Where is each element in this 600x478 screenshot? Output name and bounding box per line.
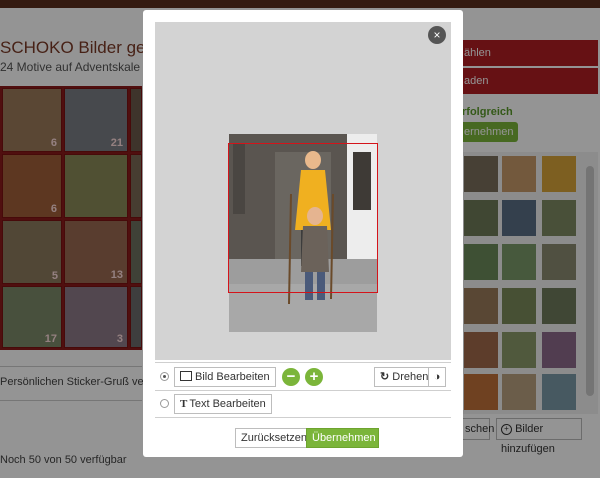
image-icon bbox=[180, 371, 192, 382]
edit-text-radio[interactable] bbox=[160, 399, 169, 408]
edit-text-label: Text Bearbeiten bbox=[189, 398, 266, 410]
edit-text-row: T Text Bearbeiten bbox=[155, 390, 451, 418]
edit-image-button[interactable]: Bild Bearbeiten bbox=[174, 367, 276, 387]
zoom-in-button[interactable]: + bbox=[305, 368, 323, 386]
contrast-button[interactable]: ◑ bbox=[428, 367, 446, 387]
zoom-out-button[interactable]: − bbox=[282, 368, 300, 386]
edit-image-radio[interactable] bbox=[160, 372, 169, 381]
rotate-label: Drehen bbox=[392, 371, 429, 383]
text-icon: T bbox=[180, 398, 188, 410]
contrast-icon: ◑ bbox=[433, 371, 441, 383]
edit-text-button[interactable]: T Text Bearbeiten bbox=[174, 394, 272, 414]
edit-image-row: Bild Bearbeiten − + ↻ Drehen ◑ bbox=[155, 362, 451, 391]
edit-image-label: Bild Bearbeiten bbox=[195, 371, 270, 383]
reset-button[interactable]: Zurücksetzen bbox=[235, 428, 314, 448]
rotate-icon: ↻ bbox=[380, 371, 390, 383]
apply-button[interactable]: Übernehmen bbox=[306, 428, 379, 448]
crop-frame[interactable] bbox=[228, 143, 378, 293]
close-icon[interactable]: × bbox=[428, 26, 446, 44]
rotate-button[interactable]: ↻ Drehen bbox=[374, 367, 435, 387]
